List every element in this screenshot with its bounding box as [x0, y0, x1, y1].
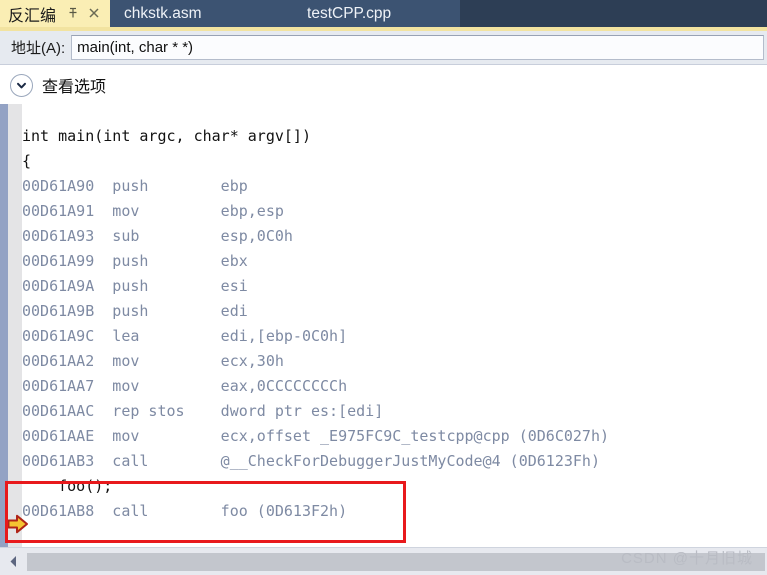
code-line-list: int main(int argc, char* argv[]){00D61A9… [22, 124, 767, 524]
address-label: 地址(A): [11, 40, 66, 57]
tab-disassembly[interactable]: 反汇编 [0, 0, 111, 28]
source-line[interactable]: int main(int argc, char* argv[]) [22, 124, 767, 149]
tab-bar-empty-area [460, 0, 767, 28]
disassembly-line[interactable]: 00D61AA2 mov ecx,30h [22, 349, 767, 374]
pin-icon[interactable] [63, 7, 83, 21]
close-icon[interactable] [83, 7, 104, 21]
disassembly-window: 反汇编 chkstk.asm testCPP.cpp 地址(A): main(i… [0, 0, 767, 575]
tab-chkstk-asm[interactable]: chkstk.asm [110, 0, 250, 28]
chevron-down-icon[interactable] [10, 73, 33, 97]
address-bar: 地址(A): [0, 31, 767, 65]
breakpoint-gutter[interactable] [8, 104, 22, 547]
disassembly-line[interactable]: 00D61A9A push esi [22, 274, 767, 299]
disassembly-code-pane[interactable]: int main(int argc, char* argv[]){00D61A9… [0, 104, 767, 547]
disassembly-line[interactable]: 00D61A99 push ebx [22, 249, 767, 274]
watermark-text: CSDN @十月旧城 [621, 549, 753, 567]
disassembly-line[interactable]: 00D61AAC rep stos dword ptr es:[edi] [22, 399, 767, 424]
source-line[interactable]: foo(); [22, 474, 767, 499]
disassembly-line[interactable]: 00D61A9C lea edi,[ebp-0C0h] [22, 324, 767, 349]
disassembly-line[interactable]: 00D61A93 sub esp,0C0h [22, 224, 767, 249]
tab-bar: 反汇编 chkstk.asm testCPP.cpp [0, 0, 767, 28]
disassembly-line[interactable]: 00D61AA7 mov eax,0CCCCCCCCh [22, 374, 767, 399]
tab-testcpp-cpp[interactable]: testCPP.cpp [249, 0, 461, 28]
disassembly-line[interactable]: 00D61AB3 call @__CheckForDebuggerJustMyC… [22, 449, 767, 474]
view-options-label[interactable]: 查看选项 [42, 73, 106, 97]
disassembly-line[interactable]: 00D61A90 push ebp [22, 174, 767, 199]
view-options-row[interactable]: 查看选项 [0, 66, 767, 104]
scroll-left-arrow-icon[interactable] [0, 551, 27, 573]
tab-chkstk-asm-label: chkstk.asm [124, 5, 202, 22]
source-line[interactable]: { [22, 149, 767, 174]
indicator-margin-strip [0, 104, 8, 547]
disassembly-line[interactable]: 00D61AAE mov ecx,offset _E975FC9C_testcp… [22, 424, 767, 449]
tab-testcpp-cpp-label: testCPP.cpp [307, 5, 392, 22]
disassembly-line-current[interactable]: 00D61AB8 call foo (0D613F2h) [22, 499, 767, 524]
horizontal-scrollbar[interactable]: CSDN @十月旧城 [0, 547, 767, 575]
disassembly-line[interactable]: 00D61A9B push edi [22, 299, 767, 324]
scrollbar-track[interactable]: CSDN @十月旧城 [27, 550, 765, 571]
disassembly-line[interactable]: 00D61A91 mov ebp,esp [22, 199, 767, 224]
current-instruction-arrow-icon [7, 514, 29, 534]
tab-disassembly-label: 反汇编 [8, 8, 57, 25]
address-input[interactable] [71, 35, 764, 60]
